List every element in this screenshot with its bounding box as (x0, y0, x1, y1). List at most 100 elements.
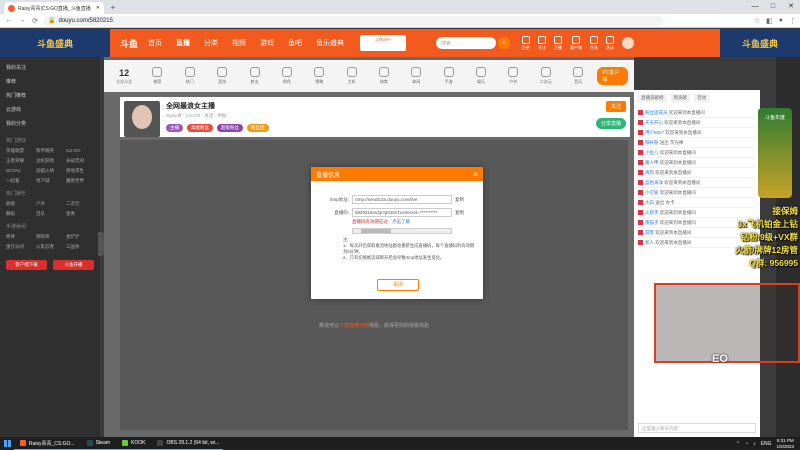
sidebar-game-link[interactable]: 主机游戏 (36, 158, 64, 164)
chat-input[interactable]: 这里输入聊天内容 (638, 423, 756, 433)
scrollbar-thumb[interactable] (361, 229, 391, 233)
share-button[interactable]: 分享直播 (595, 118, 626, 129)
tab-weekly[interactable]: 周贡献 (670, 94, 690, 102)
chat-username[interactable]: 用户8827 (645, 130, 664, 135)
chat-username[interactable]: 粉丝团成员 (645, 110, 668, 115)
douyu-logo[interactable]: 斗鱼 (120, 37, 138, 50)
tray-chevron-icon[interactable]: ⌃ (736, 441, 740, 447)
room-tag[interactable]: 主播 (166, 124, 183, 132)
start-broadcast-button[interactable]: 斗鱼开播 (53, 260, 94, 270)
chat-username[interactable]: 清风 (645, 170, 654, 175)
sidebar-game-link[interactable]: 一起看 (6, 178, 34, 184)
sidebar-game-link[interactable]: 王者荣耀 (6, 158, 34, 164)
room-tag[interactable]: 粉丝团 (247, 124, 269, 132)
nav-live[interactable]: 直播 (176, 38, 190, 48)
room-tag[interactable]: 高能粉丝 (187, 124, 213, 132)
stream-key-field[interactable]: 5820215rw3p?pGDSTxxSecret=********** (352, 208, 452, 217)
search-input[interactable]: 搜索 (436, 37, 497, 49)
sidebar-game-link[interactable]: DOTA2 (6, 168, 34, 174)
user-avatar[interactable] (622, 37, 635, 49)
search-icon[interactable]: ⌕ (498, 37, 511, 49)
copy-rtmp-button[interactable]: 复制 (455, 197, 464, 203)
sidebar-item-my-category[interactable]: 我的分类 (6, 117, 94, 131)
sidebar-game-link[interactable]: 金铲铲 (66, 234, 94, 240)
chat-username[interactable]: 游客 (645, 230, 654, 235)
chat-username[interactable]: 小鱼儿 (645, 150, 659, 155)
anchor-avatar[interactable] (124, 101, 160, 137)
url-input[interactable]: 🔒 douyu.com/5820215 (43, 15, 663, 26)
taskbar-app[interactable]: Steam (80, 437, 117, 450)
field-scrollbar[interactable] (352, 228, 452, 234)
category-item[interactable]: 主机 (338, 67, 364, 85)
chat-username[interactable]: 夜猫子 (645, 220, 659, 225)
download-assistant-link[interactable]: 下载直播伴侣 (339, 323, 369, 329)
category-item[interactable]: 推荐 (144, 67, 170, 85)
start-button[interactable] (0, 437, 14, 450)
sidebar-item-follow[interactable]: 我的关注 (6, 61, 94, 75)
sidebar-item-cloud-game[interactable]: 云游戏 (6, 103, 94, 117)
broadcast-icon[interactable]: 开播 (554, 35, 563, 51)
learn-more-link[interactable]: 点击了解 (392, 219, 410, 224)
client-icon[interactable]: 客户端 (570, 35, 582, 51)
sidebar-game-link[interactable]: 颜值 (6, 201, 34, 207)
sidebar-game-link[interactable]: 音乐 (36, 211, 64, 217)
category-item[interactable]: 手游 (435, 67, 461, 85)
category-item[interactable]: 娱乐 (468, 67, 494, 85)
forward-icon[interactable]: → (17, 17, 27, 24)
copy-key-button[interactable]: 复制 (455, 210, 464, 216)
nav-home[interactable]: 首页 (148, 38, 162, 48)
chat-username[interactable]: 新人 (645, 240, 654, 245)
event-icon[interactable]: 活动 (606, 35, 615, 51)
nav-video[interactable]: 视频 (232, 38, 246, 48)
profile-icon[interactable]: ● (779, 17, 783, 25)
taskbar-app[interactable]: KOOK (116, 437, 152, 450)
category-item[interactable]: 休闲 (403, 67, 429, 85)
sidebar-game-link[interactable]: 舞蹈 (6, 211, 34, 217)
bookmark-star-icon[interactable]: ☆ (754, 17, 760, 25)
chat-username[interactable]: 路人甲 (645, 160, 659, 165)
category-count[interactable]: 12 全部分类 (110, 68, 138, 85)
follow-button[interactable]: 关注 (605, 101, 626, 112)
sidebar-game-link[interactable]: 地下城 (36, 178, 64, 184)
category-item[interactable]: 策略 (306, 67, 332, 85)
category-item[interactable]: 户外 (500, 67, 526, 85)
sidebar-game-link[interactable]: 二次元 (66, 201, 94, 207)
category-item[interactable]: 二次元 (533, 67, 559, 85)
task-icon[interactable]: 任务 (590, 35, 599, 51)
taskbar-app[interactable]: Raisy青青_CS:GO... (14, 437, 81, 450)
sidebar-game-link[interactable]: 原神 (6, 234, 34, 240)
new-tab-button[interactable]: + (108, 3, 118, 13)
sidebar-game-link[interactable]: 户外 (36, 201, 64, 207)
extension-icon[interactable]: ◧ (766, 17, 773, 25)
taskbar-app[interactable]: OBS 28.1.2 (64 bit, wi... (151, 437, 224, 450)
category-item[interactable]: 体育 (371, 67, 397, 85)
nav-game[interactable]: 游戏 (260, 38, 274, 48)
browser-tab[interactable]: Raisy青青|CS:GO直播_斗鱼直播 ✕ (4, 2, 104, 14)
sidebar-game-link[interactable]: 穿越火线 (36, 168, 64, 174)
nav-category[interactable]: 分类 (204, 38, 218, 48)
nav-yuba[interactable]: 鱼吧 (288, 38, 302, 48)
reload-icon[interactable]: ⟳ (30, 17, 40, 25)
menu-icon[interactable]: ⋮ (789, 17, 796, 25)
chat-username[interactable]: 天天开心 (645, 120, 663, 125)
tab-close-icon[interactable]: ✕ (96, 5, 100, 11)
room-tag[interactable]: 超级粉丝 (217, 124, 243, 132)
language-indicator[interactable]: ENG (761, 441, 772, 447)
sidebar-game-link[interactable]: 火影忍者 (36, 244, 64, 250)
history-icon[interactable]: 历史 (522, 35, 531, 51)
category-item[interactable]: 角色 (274, 67, 300, 85)
chat-username[interactable]: 火箭手 (645, 210, 659, 215)
sidebar-game-link[interactable]: 魔兽世界 (66, 178, 94, 184)
tab-event[interactable]: 活动 (694, 94, 709, 102)
maximize-button[interactable]: □ (764, 0, 782, 14)
sidebar-game-link[interactable]: 三国杀 (66, 244, 94, 250)
nav-festival[interactable]: 鱼乐盛典 (316, 38, 344, 48)
category-item[interactable]: 射击 (241, 67, 267, 85)
sidebar-game-link[interactable]: CS:GO (66, 148, 94, 154)
pc-client-button[interactable]: PC客户端 (597, 67, 628, 85)
sidebar-game-link[interactable]: 英雄联盟 (6, 148, 34, 154)
volume-icon[interactable]: ♪ (753, 441, 756, 447)
category-item[interactable]: 热门 (177, 67, 203, 85)
app-download-card[interactable]: 斗鱼APP (360, 35, 407, 51)
chat-username[interactable]: 蓝色海洋 (645, 180, 663, 185)
